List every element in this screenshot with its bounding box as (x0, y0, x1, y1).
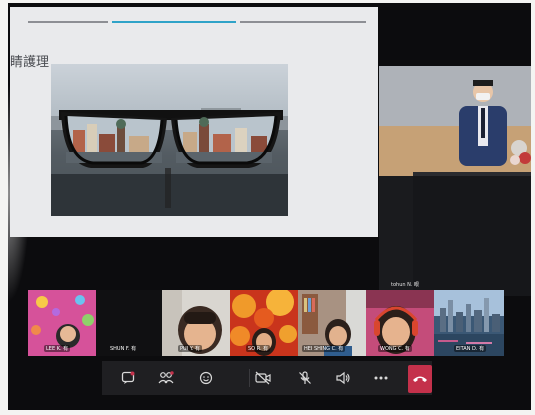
participant-name: HEI SHING C. 有 (302, 345, 346, 352)
participant-strip: LEE K. 有 SHUN F. 有 PUI Y. 有 SO R. 有 HEI … (8, 290, 531, 356)
presenter-name-label: tohun N. 眼 (391, 282, 420, 288)
slide-title: 睛護理 (10, 55, 50, 70)
more-icon[interactable] (370, 368, 392, 388)
reactions-icon[interactable] (195, 368, 217, 388)
participant-name: LEE K. 有 (44, 345, 71, 352)
participant-tile[interactable]: HEI SHING C. 有 (298, 290, 366, 356)
participant-tile[interactable]: SO R. 有 (230, 290, 298, 356)
participant-name: WONG C. 有 (378, 345, 412, 352)
participant-name: SO R. 有 (246, 345, 271, 352)
participant-tile[interactable]: EITAN D. 有 (434, 290, 504, 356)
participant-name: EITAN D. 有 (454, 345, 487, 352)
participant-name: PUI Y. 有 (178, 345, 202, 352)
slide-decor-bar-accent (112, 21, 236, 23)
mic-off-icon[interactable] (294, 368, 316, 388)
slide-glasses-image (51, 64, 288, 216)
speaker-icon[interactable] (332, 368, 354, 388)
hang-up-button[interactable] (408, 365, 432, 393)
hang-up-icon (413, 376, 427, 382)
slide-decor-bar (28, 21, 108, 23)
participant-tile[interactable]: LEE K. 有 (28, 290, 96, 356)
participant-name: SHUN F. 有 (110, 346, 137, 352)
participant-tile[interactable]: SHUN F. 有 (96, 290, 162, 356)
meeting-window: 睛護理 tohun N. 眼 LEE K. 有 SHUN F. 有 PUI Y.… (8, 3, 531, 410)
people-icon[interactable] (155, 368, 177, 388)
camera-off-icon[interactable] (252, 368, 274, 388)
participant-tile[interactable]: WONG C. 有 (366, 290, 434, 356)
chat-icon[interactable] (117, 368, 139, 388)
participant-tile[interactable]: PUI Y. 有 (162, 290, 230, 356)
presenter-video[interactable]: tohun N. 眼 (379, 66, 531, 296)
control-divider (249, 369, 250, 387)
shared-slide: 睛護理 (10, 7, 378, 237)
slide-decor-bar (240, 21, 366, 23)
call-controls (102, 361, 432, 395)
